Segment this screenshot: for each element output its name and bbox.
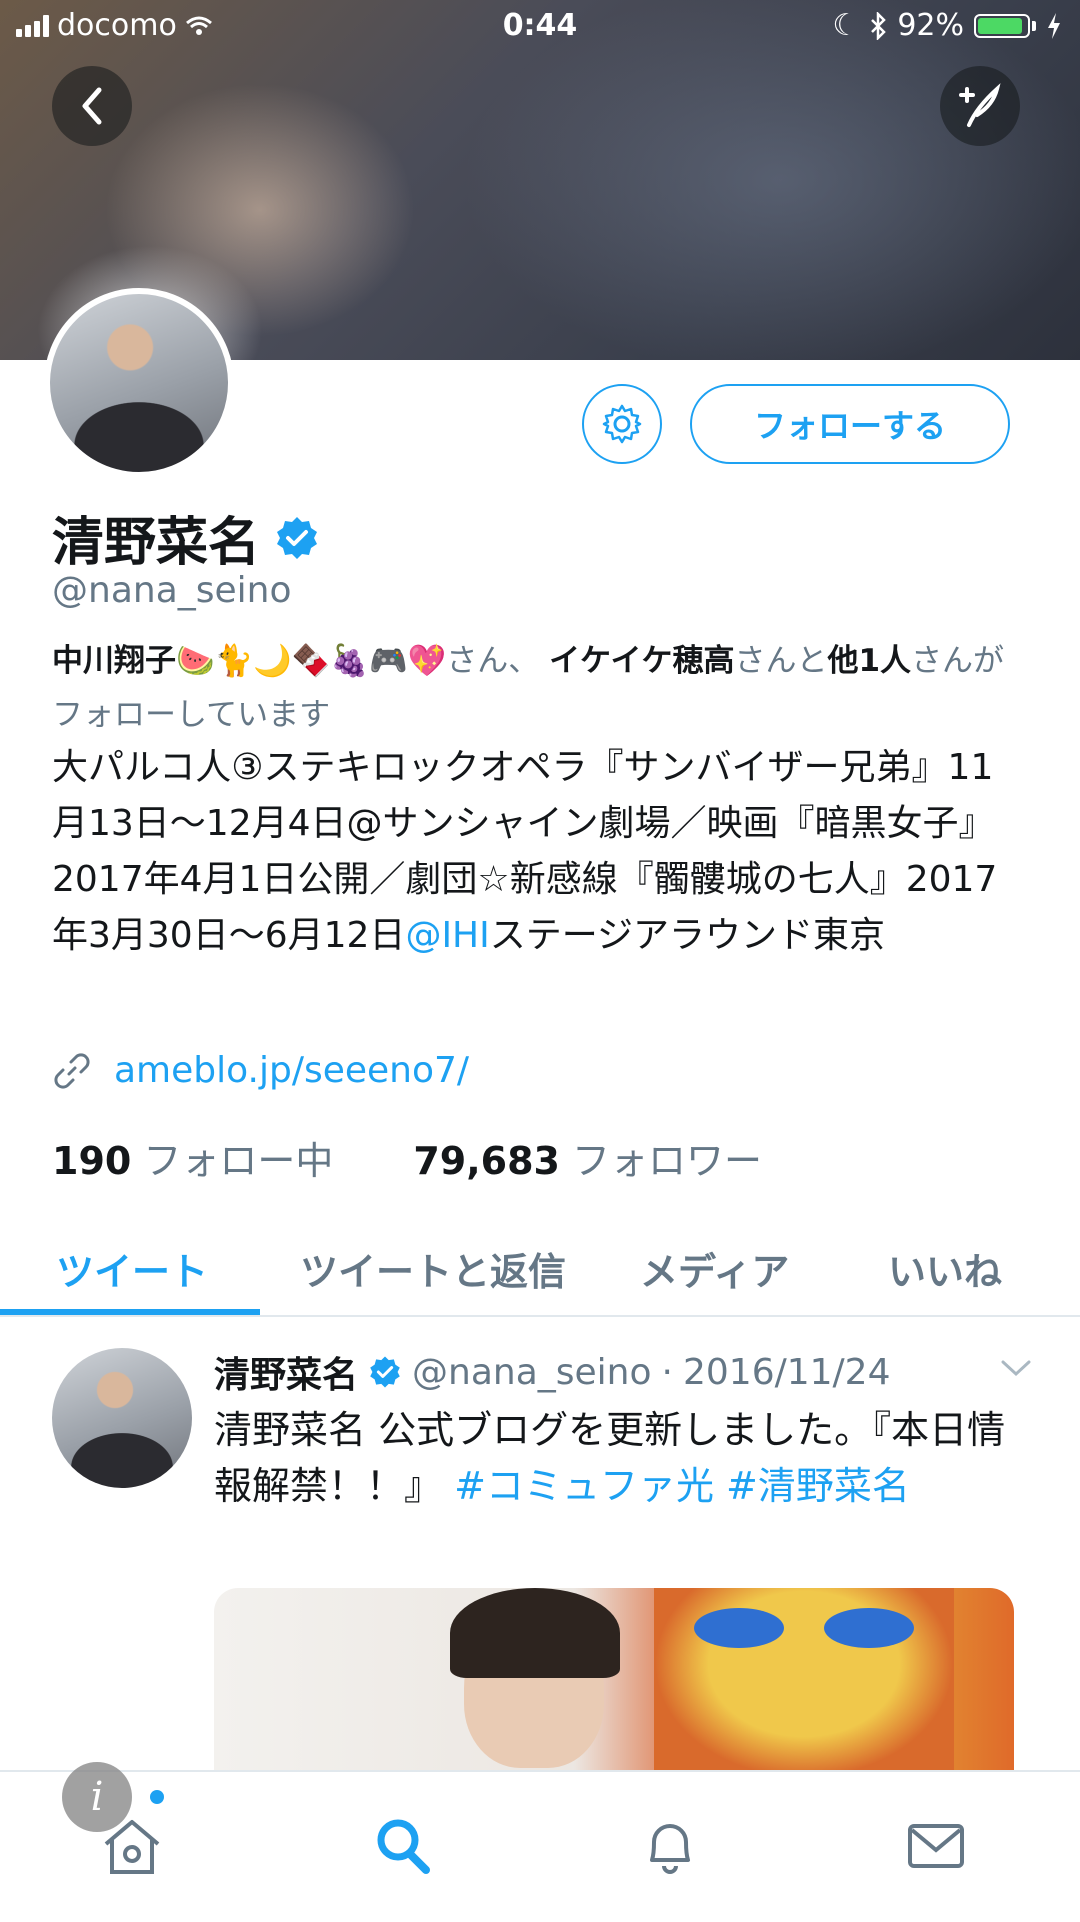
media-bear-mascot xyxy=(654,1588,954,1778)
tweet[interactable]: 清野菜名 @nana_seino · 2016/11/24 清野菜名 公式ブログ… xyxy=(0,1318,1080,1778)
tweet-hashtag-2[interactable]: #清野菜名 xyxy=(726,1464,910,1508)
gear-icon xyxy=(602,404,642,444)
mail-icon[interactable] xyxy=(906,1814,966,1878)
profile-handle: @nana_seino xyxy=(52,570,292,611)
bell-icon[interactable] xyxy=(640,1814,700,1878)
profile-link-row: ameblo.jp/seeeno7/ xyxy=(52,1050,469,1091)
bio-text-end: ステージアラウンド東京 xyxy=(489,915,886,956)
media-bear-eye-left xyxy=(694,1608,784,1648)
tab-tweets[interactable]: ツイート xyxy=(56,1241,208,1296)
followed-by-summary[interactable]: 中川翔子🍉🐈🌙🍫🍇🎮💖さん、 イケイケ穂高さんと他1人さんがフォローしています xyxy=(52,634,1022,742)
followers-count-link[interactable]: 79,683 フォロワー xyxy=(413,1130,762,1185)
tab-tweets-and-replies[interactable]: ツイートと返信 xyxy=(300,1241,566,1296)
battery-icon xyxy=(974,13,1030,38)
profile-tabs: ツイート ツイートと返信 メディア いいね xyxy=(0,1225,1080,1317)
tweet-header: 清野菜名 @nana_seino · 2016/11/24 xyxy=(214,1346,890,1398)
followers-count: 79,683 xyxy=(413,1139,560,1183)
following-count: 190 xyxy=(52,1139,132,1183)
chevron-left-icon xyxy=(82,87,102,125)
followed-by-sep-1: さん、 xyxy=(446,643,540,679)
profile-avatar[interactable] xyxy=(44,288,234,478)
followers-label: フォロワー xyxy=(571,1139,762,1183)
charging-icon xyxy=(1048,12,1060,39)
moon-icon: ☾ xyxy=(832,8,860,43)
following-label: フォロー中 xyxy=(143,1139,334,1183)
following-count-link[interactable]: 190 フォロー中 xyxy=(52,1130,333,1185)
chevron-down-icon[interactable] xyxy=(1000,1358,1032,1378)
profile-bio: 大パルコ人③ステキロックオペラ『サンバイザー兄弟』11月13日〜12月4日@サン… xyxy=(52,740,1022,964)
tweet-media-image[interactable] xyxy=(214,1588,1014,1778)
home-unread-dot xyxy=(150,1790,164,1804)
verified-badge-icon xyxy=(277,516,318,559)
battery-level xyxy=(978,17,1022,34)
tweet-author-avatar[interactable] xyxy=(52,1348,192,1488)
tweet-meta-separator: · xyxy=(661,1351,673,1393)
followed-by-user-2[interactable]: イケイケ穂高 xyxy=(549,643,734,679)
verified-badge-icon xyxy=(370,1356,400,1388)
follow-counts: 190 フォロー中 79,683 フォロワー xyxy=(52,1130,762,1185)
compose-tweet-icon xyxy=(959,83,1001,127)
followed-by-others[interactable]: 他1人 xyxy=(827,643,911,679)
link-icon xyxy=(54,1052,90,1089)
tweet-author-handle: @nana_seino xyxy=(412,1351,652,1393)
status-right: ☾ 92% xyxy=(832,8,1062,43)
tweet-date: 2016/11/24 xyxy=(682,1351,891,1393)
tweet-text: 清野菜名 公式ブログを更新しました。『本日情報解禁！！』 #コミュファ光 #清野… xyxy=(214,1402,1014,1514)
tab-media[interactable]: メディア xyxy=(640,1241,789,1296)
bio-mention-link[interactable]: @IHI xyxy=(405,915,489,956)
profile-website-link[interactable]: ameblo.jp/seeeno7/ xyxy=(114,1050,469,1091)
tab-likes[interactable]: いいね xyxy=(888,1241,1002,1296)
search-icon[interactable] xyxy=(372,1814,432,1878)
status-bar: docomo 0:44 ☾ 92% xyxy=(0,0,1080,56)
followed-by-sep-2: さんと xyxy=(734,643,828,679)
media-person-hair xyxy=(450,1588,620,1678)
profile-name: 清野菜名 xyxy=(52,500,320,575)
profile-display-name: 清野菜名 xyxy=(52,513,261,573)
profile-settings-button[interactable] xyxy=(582,384,662,464)
follow-button[interactable]: フォローする xyxy=(690,384,1010,464)
active-tab-indicator xyxy=(0,1309,260,1315)
battery-tip xyxy=(1032,20,1036,31)
info-badge[interactable]: i xyxy=(62,1762,132,1832)
battery-percent: 92% xyxy=(897,8,964,43)
followed-by-user-1[interactable]: 中川翔子🍉🐈🌙🍫🍇🎮💖 xyxy=(52,643,446,679)
tweet-hashtag-1[interactable]: #コミュファ光 xyxy=(454,1464,714,1508)
media-bear-eye-right xyxy=(824,1608,914,1648)
compose-tweet-button[interactable] xyxy=(940,66,1020,146)
back-button[interactable] xyxy=(52,66,132,146)
bluetooth-icon xyxy=(871,11,887,40)
tweet-author-name[interactable]: 清野菜名 xyxy=(214,1346,358,1398)
